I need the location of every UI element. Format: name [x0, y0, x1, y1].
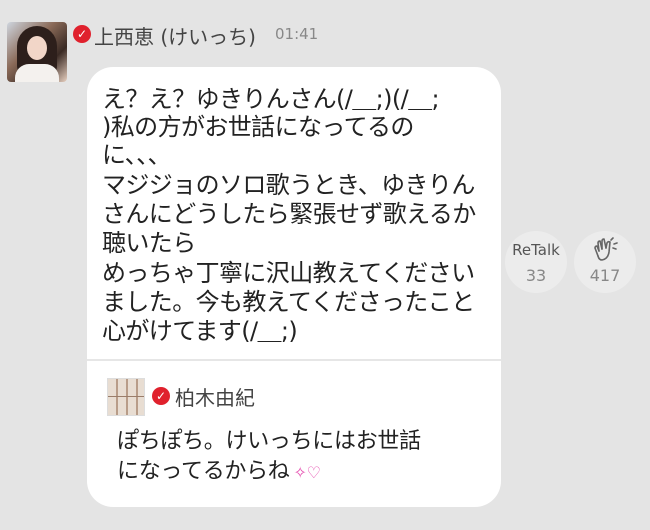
quoted-name[interactable]: 柏木由紀	[175, 382, 255, 411]
message-line: え？え？ゆきりんさん(/＿;)(/＿;	[102, 85, 440, 113]
quoted-avatar[interactable]	[107, 378, 145, 416]
message-line: に、、、	[102, 141, 171, 169]
message-line: 聴いたら	[102, 229, 196, 257]
avatar-body	[15, 64, 59, 82]
message-line: めっちゃ丁寧に沢山教えてください	[102, 259, 475, 287]
quoted-text: になってるからね	[117, 459, 290, 484]
like-count: 417	[589, 266, 621, 285]
message-line: さんにどうしたら緊張せず歌えるか	[102, 200, 476, 228]
quoted-line: ぽちぽち。けいっちにはお世話	[117, 429, 421, 454]
sparkle-heart-emoji-icon: ✧♡	[293, 463, 321, 482]
thumb-grid-line	[108, 396, 144, 397]
verified-check-icon: ✓	[73, 25, 91, 43]
sender-avatar[interactable]	[7, 22, 67, 82]
avatar-face	[27, 36, 47, 60]
timestamp: 01:41	[275, 25, 319, 43]
retalk-count: 33	[525, 266, 547, 285]
message-line: 心がけてます(/＿;)	[102, 317, 298, 345]
message-bubble[interactable]: え？え？ゆきりんさん(/＿;)(/＿; )私の方がお世話になってるの に、、、 …	[87, 67, 501, 507]
retalk-button[interactable]: ReTalk 33	[505, 231, 567, 293]
retalk-label: ReTalk	[512, 241, 560, 259]
quote-divider	[87, 359, 501, 361]
like-button[interactable]: 417	[574, 231, 636, 293]
message-line: )私の方がお世話になってるの	[102, 113, 414, 141]
message-line: ました。今も教えてくださったこと	[102, 288, 475, 316]
sender-name[interactable]: 上西恵 (けいっち)	[94, 21, 256, 50]
clap-hands-icon	[594, 237, 618, 261]
quoted-line: になってるからね ✧♡	[117, 459, 321, 486]
verified-check-icon: ✓	[152, 387, 170, 405]
message-line: マジジョのソロ歌うとき、ゆきりん	[102, 171, 475, 199]
